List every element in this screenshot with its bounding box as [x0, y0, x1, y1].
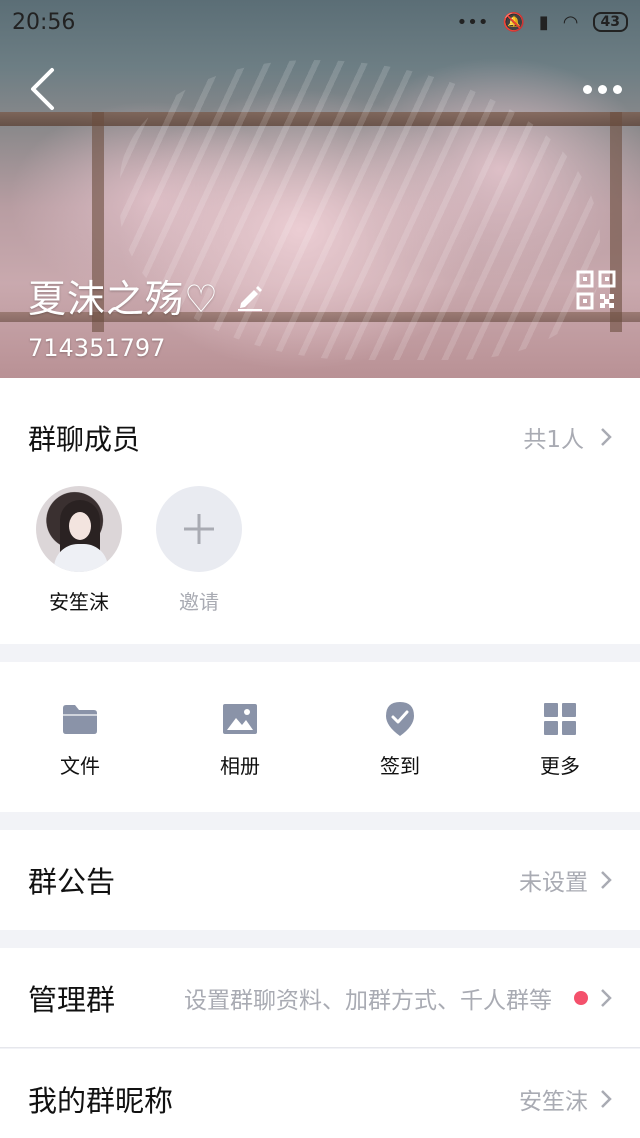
action-label: 更多: [540, 754, 580, 778]
members-count-link[interactable]: 共1人: [523, 420, 612, 454]
chevron-right-icon: [601, 871, 612, 889]
battery-icon: 43: [592, 12, 628, 32]
my-nickname-value-group: 安笙沫: [519, 1082, 612, 1116]
edit-pencil-icon[interactable]: [235, 281, 265, 311]
announcement-title: 群公告: [28, 865, 116, 899]
group-name-row: 夏沫之殇♡: [28, 268, 265, 323]
action-label: 相册: [220, 754, 260, 778]
action-more[interactable]: 更多: [480, 662, 640, 812]
manage-group-title: 管理群: [28, 982, 116, 1017]
chevron-right-icon: [601, 988, 612, 1007]
members-count: 共1人: [523, 427, 584, 453]
qr-code-icon[interactable]: [576, 270, 616, 310]
folder-icon: [63, 705, 97, 734]
status-bar: 20:56 ••• 🔕 ▮ ◠ 43: [0, 0, 640, 44]
plus-icon: [184, 514, 214, 544]
action-label: 文件: [60, 754, 100, 778]
invite-button[interactable]: 邀请: [154, 486, 244, 615]
chevron-right-icon: [601, 428, 612, 446]
invite-circle: [156, 486, 242, 572]
announcement-value: 未设置: [519, 870, 588, 896]
dot-icon: [597, 84, 607, 94]
more-options-button[interactable]: [580, 72, 624, 106]
manage-group-value-group: 设置群聊资料、加群方式、千人群等: [184, 981, 612, 1015]
group-name: 夏沫之殇♡: [28, 277, 220, 321]
invite-label: 邀请: [179, 590, 219, 614]
mute-icon: 🔕: [502, 11, 525, 33]
my-nickname-row[interactable]: 我的群昵称 安笙沫: [0, 1049, 640, 1138]
cellular-icon: ▮: [538, 11, 549, 33]
member-item[interactable]: 安笙沫: [34, 486, 124, 615]
chevron-right-icon: [601, 1090, 612, 1108]
manage-group-row[interactable]: 管理群 设置群聊资料、加群方式、千人群等: [0, 948, 640, 1048]
action-label: 签到: [380, 754, 420, 778]
action-files[interactable]: 文件: [0, 662, 160, 812]
members-title: 群聊成员: [28, 423, 141, 456]
notification-dot: [574, 990, 588, 1005]
dot-icon: [582, 84, 592, 94]
action-checkin[interactable]: 签到: [320, 662, 480, 812]
member-name: 安笙沫: [49, 590, 109, 614]
signal-dots-icon: •••: [456, 11, 489, 33]
grid-icon: [544, 703, 576, 735]
announcement-row[interactable]: 群公告 未设置: [0, 830, 640, 930]
action-album[interactable]: 相册: [160, 662, 320, 812]
dot-icon: [612, 84, 622, 94]
status-icons: ••• 🔕 ▮ ◠ 43: [457, 12, 628, 33]
group-header: 20:56 ••• 🔕 ▮ ◠ 43 夏沫之殇♡ 714351797: [0, 0, 640, 378]
chevron-left-icon: [31, 68, 54, 110]
group-id: 714351797: [28, 334, 166, 362]
announcement-value-group: 未设置: [519, 863, 612, 897]
my-nickname-value: 安笙沫: [519, 1089, 588, 1115]
avatar: [36, 486, 122, 572]
manage-group-description: 设置群聊资料、加群方式、千人群等: [184, 987, 552, 1014]
back-button[interactable]: [28, 66, 58, 112]
wifi-icon: ◠: [562, 11, 579, 33]
image-icon: [223, 704, 257, 734]
my-nickname-title: 我的群昵称: [28, 1084, 174, 1118]
quick-actions: 文件 相册 签到 更多: [0, 662, 640, 812]
members-section: 群聊成员 共1人 安笙沫 邀请: [0, 378, 640, 644]
status-time: 20:56: [12, 9, 76, 35]
checkin-icon: [386, 702, 414, 736]
